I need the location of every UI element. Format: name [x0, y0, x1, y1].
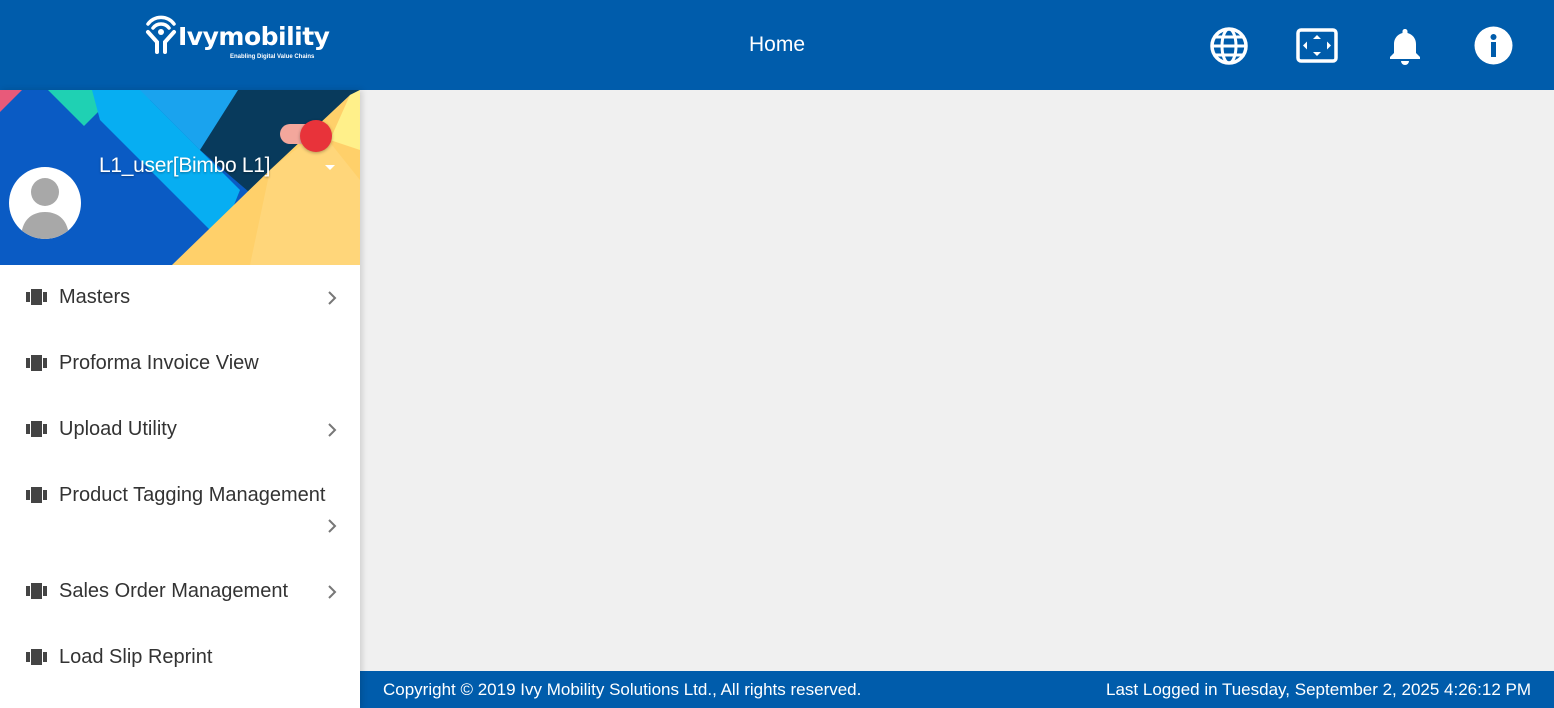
module-icon: [26, 487, 47, 503]
sidebar-item-label: Proforma Invoice View: [59, 352, 259, 374]
sidebar-item-load-slip-reprint[interactable]: Load Slip Reprint: [0, 625, 360, 691]
sidebar-item-label: Masters: [59, 286, 131, 308]
sidebar-item-masters[interactable]: Masters: [0, 265, 360, 331]
last-logged-text: Last Logged in Tuesday, September 2, 202…: [1106, 680, 1531, 699]
sidebar-item-label: Upload Utility: [59, 418, 177, 440]
sidebar-menu: Masters Proforma Invoice View Upload Uti…: [0, 265, 360, 691]
module-icon: [26, 289, 47, 305]
sidebar-item-product-tagging-management[interactable]: Product Tagging Management: [0, 463, 360, 559]
sidebar-item-label: Load Slip Reprint: [59, 646, 213, 668]
chevron-right-icon: [328, 519, 337, 533]
sidebar-item-proforma-invoice-view[interactable]: Proforma Invoice View: [0, 331, 360, 397]
toggle-knob: [300, 120, 332, 152]
user-silhouette-icon: [21, 178, 69, 239]
module-icon: [26, 583, 47, 599]
sidebar-item-label: Sales Order Management: [59, 580, 289, 602]
module-icon: [26, 649, 47, 665]
module-icon: [26, 355, 47, 371]
fullscreen-icon[interactable]: [1296, 26, 1338, 66]
profile-header: L1_user[Bimbo L1]: [0, 90, 360, 265]
caret-down-icon[interactable]: [324, 164, 336, 172]
sidebar-item-sales-order-management[interactable]: Sales Order Management: [0, 559, 360, 625]
sidebar-item-label: Product Tagging Management: [59, 484, 326, 506]
username[interactable]: L1_user[Bimbo L1]: [99, 154, 270, 178]
copyright-text: Copyright © 2019 Ivy Mobility Solutions …: [383, 680, 862, 699]
top-header: Ivymobility Enabling Digital Value Chain…: [0, 0, 1554, 90]
module-icon: [26, 421, 47, 437]
globe-icon[interactable]: [1209, 26, 1249, 66]
chevron-right-icon: [328, 291, 337, 305]
chevron-right-icon: [328, 585, 337, 599]
footer: Copyright © 2019 Ivy Mobility Solutions …: [360, 671, 1554, 708]
theme-toggle[interactable]: [280, 120, 334, 152]
chevron-right-icon: [328, 423, 337, 437]
sidebar-item-upload-utility[interactable]: Upload Utility: [0, 397, 360, 463]
sidebar: L1_user[Bimbo L1] Masters Proforma Invoi…: [0, 90, 360, 708]
info-icon[interactable]: [1474, 26, 1514, 66]
avatar[interactable]: [9, 167, 81, 239]
bell-icon[interactable]: [1386, 26, 1426, 66]
main-content: [360, 90, 1554, 671]
